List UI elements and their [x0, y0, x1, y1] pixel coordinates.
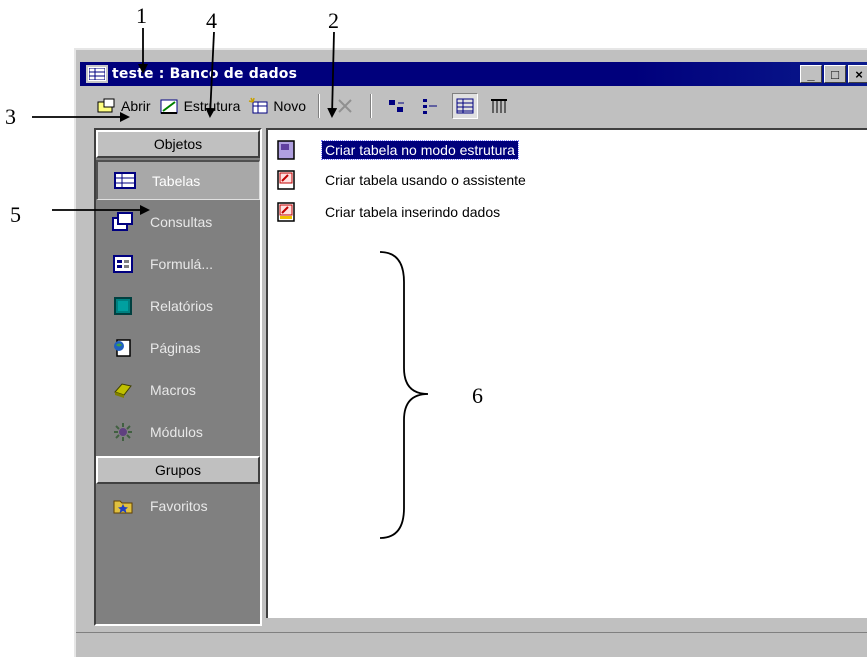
toolbar-separator	[318, 94, 321, 118]
title-bar[interactable]: teste : Banco de dados _ □ ×	[80, 62, 867, 86]
module-icon	[114, 423, 132, 441]
list-item-create-wizard[interactable]: Criar tabela usando o assistente	[276, 168, 529, 192]
favorites-folder-icon	[113, 500, 133, 514]
list-view-icon	[456, 98, 474, 114]
database-window: teste : Banco de dados _ □ × Abrir Estru…	[74, 48, 867, 657]
open-button[interactable]: Abrir	[92, 93, 155, 119]
objbar-item-label: Módulos	[150, 424, 203, 440]
window-title: teste : Banco de dados	[112, 66, 298, 82]
list-item-label: Criar tabela usando o assistente	[325, 172, 526, 188]
macro-icon	[114, 383, 132, 398]
window-controls: _ □ ×	[800, 65, 867, 83]
new-label: Novo	[273, 98, 307, 114]
details-view-button[interactable]	[486, 93, 512, 119]
design-label: Estrutura	[183, 98, 241, 114]
new-icon	[249, 97, 268, 114]
form-icon	[113, 255, 133, 273]
objbar-item-label: Consultas	[150, 214, 213, 230]
delete-icon	[338, 99, 352, 113]
objbar-item-queries[interactable]: Consultas	[96, 202, 260, 242]
details-view-icon	[491, 99, 508, 113]
report-icon	[114, 297, 132, 315]
objbar-item-label: Páginas	[150, 340, 201, 356]
design-button[interactable]: Estrutura	[155, 93, 245, 119]
small-icons-icon	[423, 99, 438, 114]
minimize-icon: _	[807, 66, 815, 82]
delete-button[interactable]	[332, 93, 358, 119]
callout-3: 3	[5, 104, 16, 129]
objbar-item-label: Tabelas	[152, 172, 201, 189]
list-item-create-design[interactable]: Criar tabela no modo estrutura	[276, 138, 519, 162]
objbar-item-label: Macros	[150, 382, 196, 398]
objbar-item-reports[interactable]: Relatórios	[96, 286, 260, 326]
maximize-button[interactable]: □	[824, 65, 846, 83]
list-view-button[interactable]	[452, 93, 479, 119]
large-icons-button[interactable]	[384, 93, 410, 119]
objbar-item-label: Relatórios	[150, 298, 214, 314]
objbar-item-forms[interactable]: Formulá...	[96, 244, 260, 284]
objects-bar: Objetos Tabelas Consultas Formulá... Rel…	[94, 128, 262, 626]
database-toolbar: Abrir Estrutura Novo	[80, 88, 867, 124]
objbar-item-label: Formulá...	[150, 256, 214, 272]
large-icons-icon	[389, 100, 405, 112]
design-icon	[160, 99, 178, 114]
new-button[interactable]: Novo	[244, 93, 310, 119]
toolbar-separator	[370, 94, 373, 118]
wizard-icon	[277, 170, 295, 190]
datasheet-icon	[277, 202, 295, 222]
list-item-create-datasheet[interactable]: Criar tabela inserindo dados	[276, 200, 503, 224]
objects-header-button[interactable]: Objetos	[96, 130, 260, 158]
callout-1: 1	[136, 3, 147, 28]
objbar-item-pages[interactable]: Páginas	[96, 328, 260, 368]
query-icon	[112, 212, 133, 231]
close-button[interactable]: ×	[848, 65, 867, 83]
objbar-item-label: Favoritos	[150, 498, 208, 514]
small-icons-button[interactable]	[418, 93, 444, 119]
callout-2: 2	[328, 8, 339, 33]
table-icon	[114, 171, 136, 189]
open-label: Abrir	[121, 98, 151, 114]
groups-header-button[interactable]: Grupos	[96, 456, 260, 484]
objbar-item-modules[interactable]: Módulos	[96, 412, 260, 452]
page-icon	[114, 339, 131, 357]
list-item-label: Criar tabela no modo estrutura	[321, 140, 519, 160]
objbar-item-macros[interactable]: Macros	[96, 370, 260, 410]
status-bar	[76, 632, 867, 657]
database-icon	[86, 65, 108, 83]
callout-4: 4	[206, 8, 217, 33]
close-icon: ×	[855, 66, 863, 82]
objbar-item-favorites[interactable]: Favoritos	[96, 486, 260, 526]
objbar-item-tables[interactable]: Tabelas	[96, 160, 260, 200]
maximize-icon: □	[831, 66, 839, 82]
callout-6: 6	[472, 383, 483, 408]
open-icon	[97, 98, 115, 113]
list-item-label: Criar tabela inserindo dados	[325, 204, 501, 220]
object-list: Criar tabela no modo estrutura Criar tab…	[266, 128, 867, 618]
design-wizard-icon	[277, 140, 295, 160]
callout-5: 5	[10, 202, 21, 227]
minimize-button[interactable]: _	[800, 65, 822, 83]
